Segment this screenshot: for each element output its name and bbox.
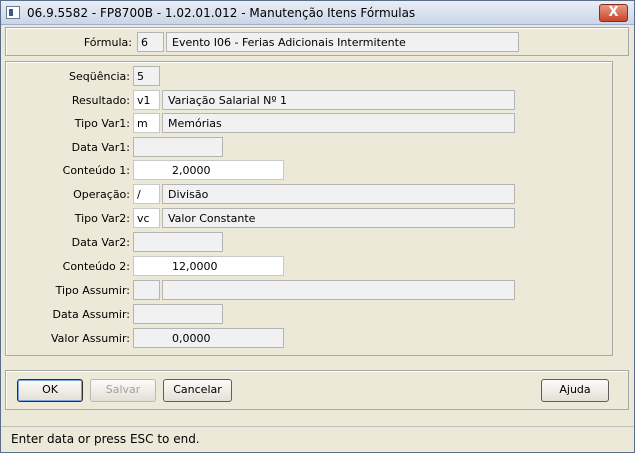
close-button[interactable]: X — [599, 4, 628, 22]
client-area: Fórmula: 6 Evento I06 - Ferias Adicionai… — [1, 25, 634, 452]
ajuda-button-label: Ajuda — [559, 383, 591, 396]
conteudo1-label: Conteúdo 1: — [62, 164, 130, 177]
ok-button-label: OK — [42, 383, 58, 396]
resultado-code-input[interactable]: v1 — [133, 90, 160, 110]
valor-assumir-label: Valor Assumir: — [51, 332, 130, 345]
tipo-assumir-label: Tipo Assumir: — [55, 284, 130, 297]
window-title: 06.9.5582 - FP8700B - 1.02.01.012 - Manu… — [27, 6, 416, 20]
conteudo2-label: Conteúdo 2: — [62, 260, 130, 273]
title-bar: 06.9.5582 - FP8700B - 1.02.01.012 - Manu… — [1, 1, 634, 25]
data-assumir-field — [133, 304, 223, 324]
close-icon: X — [608, 5, 619, 20]
status-text: Enter data or press ESC to end. — [11, 432, 200, 446]
resultado-description-field: Variação Salarial Nº 1 — [162, 90, 515, 110]
data-var1-label: Data Var1: — [71, 141, 130, 154]
operacao-description-field: Divisão — [162, 184, 515, 204]
operacao-code-input[interactable]: / — [133, 184, 160, 204]
tipo-var1-code-input[interactable]: m — [133, 113, 160, 133]
operacao-label: Operação: — [73, 188, 130, 201]
cancelar-button-label: Cancelar — [173, 383, 222, 396]
tipo-assumir-code-field — [133, 280, 160, 300]
valor-assumir-field: 0,0000 — [133, 328, 284, 348]
formula-description-field: Evento I06 - Ferias Adicionais Intermite… — [166, 32, 519, 52]
formula-code-field: 6 — [137, 32, 164, 52]
tipo-assumir-description-field — [162, 280, 515, 300]
button-panel: OK Salvar Cancelar Ajuda — [5, 370, 629, 410]
sequencia-label: Seqüência: — [69, 70, 130, 83]
formula-label: Fórmula: — [83, 36, 132, 49]
data-assumir-label: Data Assumir: — [52, 308, 130, 321]
tipo-var2-code-input[interactable]: vc — [133, 208, 160, 228]
app-icon — [6, 6, 20, 19]
status-bar: Enter data or press ESC to end. — [1, 426, 634, 452]
salvar-button-label: Salvar — [105, 383, 141, 396]
tipo-var1-description-field: Memórias — [162, 113, 515, 133]
data-var2-label: Data Var2: — [71, 236, 130, 249]
ajuda-button[interactable]: Ajuda — [541, 379, 609, 402]
data-var2-field — [133, 232, 223, 252]
tipo-var2-label: Tipo Var2: — [74, 212, 130, 225]
sequencia-field: 5 — [133, 66, 160, 86]
formula-panel: Fórmula: 6 Evento I06 - Ferias Adicionai… — [5, 27, 629, 56]
ok-button[interactable]: OK — [17, 379, 83, 402]
resultado-label: Resultado: — [71, 94, 130, 107]
conteudo1-input[interactable]: 2,0000 — [133, 160, 284, 180]
salvar-button[interactable]: Salvar — [90, 379, 156, 402]
tipo-var1-label: Tipo Var1: — [74, 117, 130, 130]
tipo-var2-description-field: Valor Constante — [162, 208, 515, 228]
data-var1-field — [133, 137, 223, 157]
app-window: 06.9.5582 - FP8700B - 1.02.01.012 - Manu… — [0, 0, 635, 453]
form-panel: Seqüência: 5 Resultado: v1 Variação Sala… — [5, 61, 613, 356]
conteudo2-input[interactable]: 12,0000 — [133, 256, 284, 276]
cancelar-button[interactable]: Cancelar — [163, 379, 232, 402]
